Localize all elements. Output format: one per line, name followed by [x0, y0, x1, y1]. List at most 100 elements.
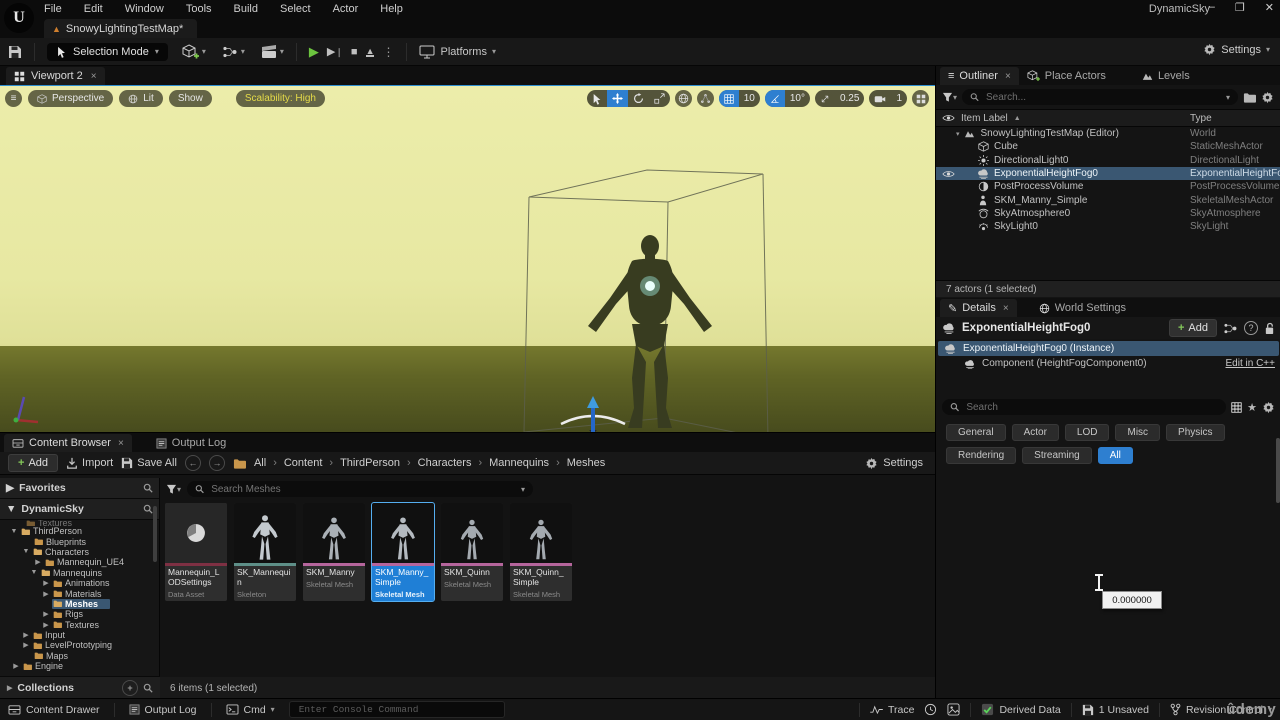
tree-item[interactable]: Maps	[0, 651, 159, 661]
menu-select[interactable]: Select	[280, 3, 311, 15]
category-all[interactable]: All	[1098, 447, 1133, 464]
select-tool-icon[interactable]	[587, 90, 607, 107]
details-tab-close-icon[interactable]: ×	[1003, 303, 1009, 314]
edit-in-cpp-link[interactable]: Edit in C++	[1226, 358, 1275, 369]
asset-search-box[interactable]: ▾	[187, 481, 533, 497]
tree-item[interactable]: ▶Animations	[0, 578, 159, 588]
outliner-row[interactable]: PostProcessVolumePostProcessVolume	[936, 180, 1280, 193]
breadcrumb-meshes[interactable]: Meshes	[567, 457, 606, 469]
project-root-header[interactable]: ▼DynamicSky	[0, 499, 159, 520]
category-streaming[interactable]: Streaming	[1022, 447, 1092, 464]
tab-place-actors[interactable]: Place Actors	[1019, 67, 1114, 85]
category-actor[interactable]: Actor	[1012, 424, 1059, 441]
maximize-button[interactable]: ❐	[1235, 1, 1245, 14]
tree-item[interactable]: Blueprints	[0, 536, 159, 546]
category-misc[interactable]: Misc	[1115, 424, 1160, 441]
platforms-dropdown[interactable]: Platforms ▾	[419, 45, 495, 59]
output-log-button[interactable]: Output Log	[129, 704, 197, 716]
viewport-menu-icon[interactable]: ≡	[5, 90, 22, 107]
details-scrollbar[interactable]	[1276, 438, 1280, 503]
tree-item[interactable]: ▶Materials	[0, 588, 159, 598]
tab-levels[interactable]: Levels	[1134, 67, 1198, 85]
rotation-snap-icon[interactable]	[765, 90, 785, 107]
insights-clock-icon[interactable]	[924, 703, 937, 716]
cmd-dropdown[interactable]: Cmd▾	[226, 704, 275, 716]
outliner-row[interactable]: SkyAtmosphere0SkyAtmosphere	[936, 207, 1280, 220]
tree-scrollbar[interactable]	[153, 506, 157, 562]
asset-tile[interactable]: Mannequin_LODSettingsData Asset	[165, 503, 227, 601]
asset-search-input[interactable]	[209, 483, 516, 496]
tree-item[interactable]: ▶LevelPrototyping	[0, 640, 159, 650]
eject-button[interactable]: ▲	[366, 47, 375, 57]
maximize-viewport-icon[interactable]	[912, 90, 929, 107]
asset-tile-selected[interactable]: SKM_Manny_SimpleSkeletal Mesh	[372, 503, 434, 601]
camera-speed-value[interactable]: 1	[891, 90, 907, 107]
outliner-row[interactable]: DirectionalLight0DirectionalLight	[936, 154, 1280, 167]
menu-window[interactable]: Window	[125, 3, 164, 15]
favorites-star-icon[interactable]: ★	[1247, 401, 1257, 414]
rotate-tool-icon[interactable]	[628, 90, 649, 107]
collections-header[interactable]: ▶ Collections +	[0, 676, 160, 699]
scale-snap-icon[interactable]	[815, 90, 835, 107]
blueprints-icon[interactable]: ▾	[222, 46, 245, 58]
outliner-search-input[interactable]	[984, 91, 1221, 104]
favorites-header[interactable]: ▶Favorites	[0, 478, 159, 499]
level-tab[interactable]: ▲ SnowyLightingTestMap*	[44, 19, 197, 38]
scale-tool-icon[interactable]	[649, 90, 670, 107]
asset-tile[interactable]: SKM_MannySkeletal Mesh	[303, 503, 365, 601]
content-browser-tab-close-icon[interactable]: ×	[118, 438, 124, 449]
viewport-canvas[interactable]: ≡ Perspective Lit Show Scalability: High	[0, 85, 935, 433]
move-tool-icon[interactable]	[607, 90, 628, 107]
category-lod[interactable]: LOD	[1065, 424, 1110, 441]
details-settings-icon[interactable]	[1262, 401, 1275, 414]
tree-item[interactable]: ▶Input	[0, 630, 159, 640]
save-icon[interactable]	[8, 45, 22, 59]
grid-snap-icon[interactable]	[719, 90, 739, 107]
category-physics[interactable]: Physics	[1166, 424, 1224, 441]
screenshot-icon[interactable]	[947, 703, 960, 716]
outliner-row[interactable]: CubeStaticMeshActor	[936, 140, 1280, 153]
surface-snapping-icon[interactable]	[697, 90, 714, 107]
tree-item[interactable]: ▼ThirdPerson	[0, 526, 159, 536]
breadcrumb-content[interactable]: Content	[284, 457, 323, 469]
breadcrumb-mannequins[interactable]: Mannequins	[489, 457, 549, 469]
tree-item[interactable]: ▼Characters	[0, 547, 159, 557]
details-search-input[interactable]	[964, 401, 1218, 414]
tree-item[interactable]: ▶Textures	[0, 620, 159, 630]
asset-tile[interactable]: SKM_Quinn_SimpleSkeletal Mesh	[510, 503, 572, 601]
category-general[interactable]: General	[946, 424, 1006, 441]
tab-details[interactable]: ✎ Details×	[940, 299, 1017, 317]
outliner-column-header[interactable]: Item Label▲ Type	[936, 109, 1280, 127]
outliner-row[interactable]: SKM_Manny_SimpleSkeletalMeshActor	[936, 193, 1280, 206]
tab-outliner[interactable]: ≡ Outliner×	[940, 67, 1019, 85]
rotation-snap-value[interactable]: 10°	[785, 90, 810, 107]
tree-item[interactable]: ▶Engine	[0, 661, 159, 671]
camera-speed-icon[interactable]	[869, 90, 891, 107]
viewport-tab-close-icon[interactable]: ×	[91, 71, 97, 82]
menu-tools[interactable]: Tools	[186, 3, 212, 15]
minimize-button[interactable]: –	[1209, 1, 1215, 14]
show-dropdown[interactable]: Show	[169, 90, 212, 107]
outliner-settings-icon[interactable]	[1261, 91, 1274, 104]
tab-output-log[interactable]: Output Log	[148, 434, 234, 452]
breadcrumb-all[interactable]: All	[254, 457, 266, 469]
details-search-box[interactable]	[942, 399, 1226, 415]
world-local-toggle-icon[interactable]	[675, 90, 692, 107]
console-command-input[interactable]	[297, 703, 497, 716]
save-all-button[interactable]: Save All	[121, 457, 177, 469]
add-collection-icon[interactable]: +	[122, 680, 138, 696]
import-button[interactable]: Import	[66, 457, 113, 469]
instance-row[interactable]: ExponentialHeightFog0 (Instance)	[938, 341, 1279, 356]
outliner-search-box[interactable]: ▾	[962, 89, 1238, 105]
outliner-row[interactable]: ▾ SnowyLightingTestMap (Editor)World	[936, 127, 1280, 140]
console-command-box[interactable]	[289, 701, 505, 718]
frame-skip-button[interactable]: ▶❘	[327, 45, 343, 58]
cb-add-button[interactable]: +Add	[8, 454, 58, 472]
menu-build[interactable]: Build	[234, 3, 258, 15]
editor-settings-dropdown[interactable]: Settings ▾	[1203, 43, 1270, 56]
tab-content-browser[interactable]: Content Browser×	[4, 434, 132, 452]
perspective-dropdown[interactable]: Perspective	[28, 90, 113, 107]
help-icon[interactable]: ?	[1244, 321, 1258, 335]
search-icon[interactable]	[143, 683, 153, 693]
search-icon[interactable]	[143, 483, 153, 493]
